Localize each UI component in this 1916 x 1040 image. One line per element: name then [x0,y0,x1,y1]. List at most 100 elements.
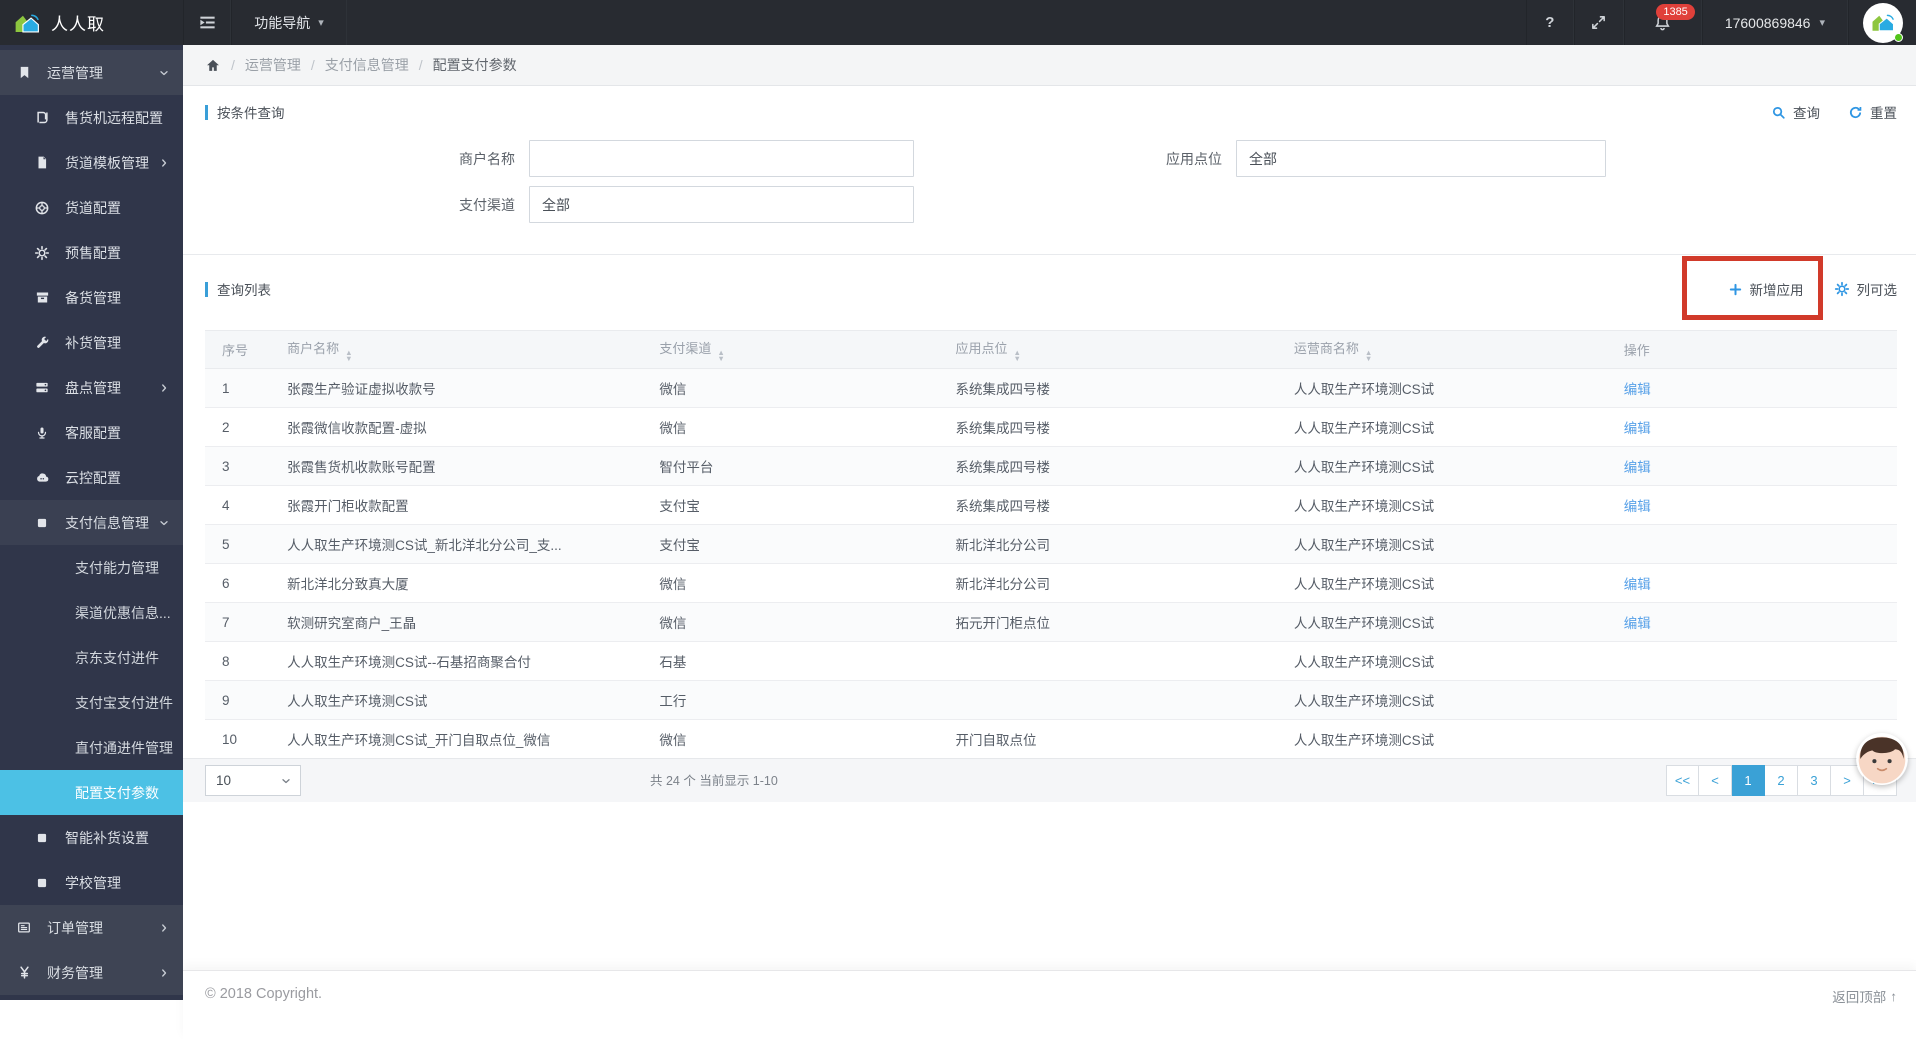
pay-channel-label: 支付渠道 [459,196,515,213]
sidebar-item-label: 支付宝支付进件 [75,694,173,711]
cell-text: 人人取生产环境测CS试 [1293,733,1435,748]
sidebar-item-9[interactable]: 云控配置 [0,455,183,500]
notification-badge: 1385 [1656,4,1695,20]
cell-text: 2 [222,419,230,435]
sidebar-item-1[interactable]: 售货机远程配置 [0,95,183,140]
sidebar-item-8[interactable]: 客服配置 [0,410,183,455]
sidebar-item-13[interactable]: 京东支付进件 [0,635,183,680]
page-button-1[interactable]: 1 [1732,765,1765,796]
edit-link[interactable]: 编辑 [1624,499,1651,514]
table-body: 1 张霞生产验证虚拟收款号 微信 系统集成四号楼 人人取生产环境测CS试 编辑 2 张霞微信收… [205,368,1897,759]
table-cell: 系统集成四号楼 [949,485,1288,525]
sidebar-item-19[interactable]: 订单管理 [0,905,183,950]
table-cell: 1 [205,368,282,408]
sort-icon[interactable]: ▲ ▼ [345,348,352,362]
edit-link[interactable]: 编辑 [1624,577,1651,592]
fullscreen-button[interactable] [1573,0,1624,45]
cell-text: 6 [222,575,230,591]
results-table: 序号 商户名称 ▲ ▼ 支付渠道 ▲ ▼ 应用点位 ▲ ▼ 运营商名称 ▲ ▼ 操作 1 张霞生产验证虚拟收… [205,330,1897,759]
page-button-<[interactable]: < [1699,765,1732,796]
page-button-3[interactable]: 3 [1798,765,1831,796]
sidebar-item-4[interactable]: 预售配置 [0,230,183,275]
sidebar-item-label: 直付通进件管理 [75,739,173,756]
sidebar-item-2[interactable]: 货道模板管理 [0,140,183,185]
table-cell: 张霞生产验证虚拟收款号 [281,368,654,408]
sidebar-item-label: 京东支付进件 [75,649,159,666]
function-nav-dropdown[interactable]: 功能导航 ▾ [231,0,347,45]
pay-channel-input[interactable] [529,186,914,223]
table-cell: 人人取生产环境测CS试 [1287,446,1618,486]
page-size-select[interactable]: 10 [205,765,301,796]
reset-button[interactable]: 重置 [1848,102,1897,122]
page-button-2[interactable]: 2 [1765,765,1798,796]
assistant-avatar-button[interactable] [1856,733,1908,785]
column-header-4: 运营商名称 ▲ ▼ [1287,330,1618,369]
sidebar-item-label: 客服配置 [65,424,121,441]
table-cell: 微信 [653,719,950,759]
column-header-label: 序号 [222,343,249,358]
sidebar-item-label: 盘点管理 [65,379,121,396]
sidebar-item-5[interactable]: 备货管理 [0,275,183,320]
square-icon [32,876,52,890]
help-button[interactable]: ? [1525,0,1574,45]
page-button-<<[interactable]: << [1666,765,1699,796]
sidebar-item-6[interactable]: 补货管理 [0,320,183,365]
sidebar-item-20[interactable]: 财务管理 [0,950,183,995]
add-application-button[interactable]: 新增应用 [1728,279,1804,299]
cell-text: 微信 [659,733,687,748]
back-to-top-button[interactable]: 返回顶部 ↑ [1832,986,1897,1006]
cell-text: 人人取生产环境测CS试_开门自取点位_微信 [287,733,551,748]
location-input[interactable] [1236,140,1606,177]
copyright: © 2018 Copyright. [205,986,323,1002]
merchant-name-input[interactable] [529,140,914,177]
cell-text: 系统集成四号楼 [955,460,1050,475]
sidebar-item-3[interactable]: 货道配置 [0,185,183,230]
cell-text: 张霞售货机收款账号配置 [287,460,436,475]
notifications-button[interactable]: 1385 [1623,0,1702,45]
sidebar-item-12[interactable]: 渠道优惠信息... [0,590,183,635]
table-cell: 人人取生产环境测CS试 [1287,719,1618,759]
square-icon [32,516,52,530]
row-actions-cell: 编辑 [1617,446,1897,486]
column-header-label: 操作 [1623,343,1650,358]
sort-icon[interactable]: ▲ ▼ [1013,348,1020,362]
results-table-wrap: 序号 商户名称 ▲ ▼ 支付渠道 ▲ ▼ 应用点位 ▲ ▼ 运营商名称 ▲ ▼ 操作 1 张霞生产验证虚拟收… [205,330,1897,759]
sidebar-item-7[interactable]: 盘点管理 [0,365,183,410]
sidebar-item-0[interactable]: 运营管理 [0,50,183,95]
brand[interactable]: 人人取 [0,0,183,45]
breadcrumb-item[interactable]: 支付信息管理 [325,55,409,75]
sidebar-item-17[interactable]: 智能补货设置 [0,815,183,860]
sort-icon[interactable]: ▲ ▼ [717,348,724,362]
chevron-down-icon [158,67,170,79]
cell-text: 3 [222,458,230,474]
caret-down-icon: ▾ [318,17,324,29]
edit-link[interactable]: 编辑 [1624,382,1651,397]
sidebar-toggle-button[interactable] [183,0,231,45]
edit-link[interactable]: 编辑 [1624,421,1651,436]
sidebar-item-11[interactable]: 支付能力管理 [0,545,183,590]
edit-link[interactable]: 编辑 [1624,460,1651,475]
sidebar-item-15[interactable]: 直付通进件管理 [0,725,183,770]
sidebar-item-16[interactable]: 配置支付参数 [0,770,183,815]
cell-text: 张霞开门柜收款配置 [287,499,409,514]
indent-icon [198,13,217,32]
table-cell: 8 [205,641,282,681]
breadcrumb-item[interactable]: 运营管理 [245,55,301,75]
sidebar-item-10[interactable]: 支付信息管理 [0,500,183,545]
sidebar-item-14[interactable]: 支付宝支付进件 [0,680,183,725]
sort-icon[interactable]: ▲ ▼ [1365,348,1372,362]
chevron-down-icon [280,775,292,787]
search-button[interactable]: 查询 [1771,102,1820,122]
breadcrumb: / 运营管理 / 支付信息管理 / 配置支付参数 [183,45,1916,86]
online-status-dot [1893,32,1903,42]
sidebar-item-label: 货道模板管理 [65,154,149,171]
column-select-button[interactable]: 列可选 [1834,279,1897,299]
square-icon [32,831,52,845]
home-icon[interactable] [205,58,221,73]
user-avatar-button[interactable] [1848,0,1916,45]
assistant-face-icon [1856,733,1908,785]
query-section: 按条件查询 查询 重置 商户名称 应用点位 全部 支付渠道 全部 [183,86,1916,255]
edit-link[interactable]: 编辑 [1624,616,1651,631]
sidebar-item-18[interactable]: 学校管理 [0,860,183,905]
user-menu[interactable]: 17600869846 ▾ [1701,0,1848,45]
